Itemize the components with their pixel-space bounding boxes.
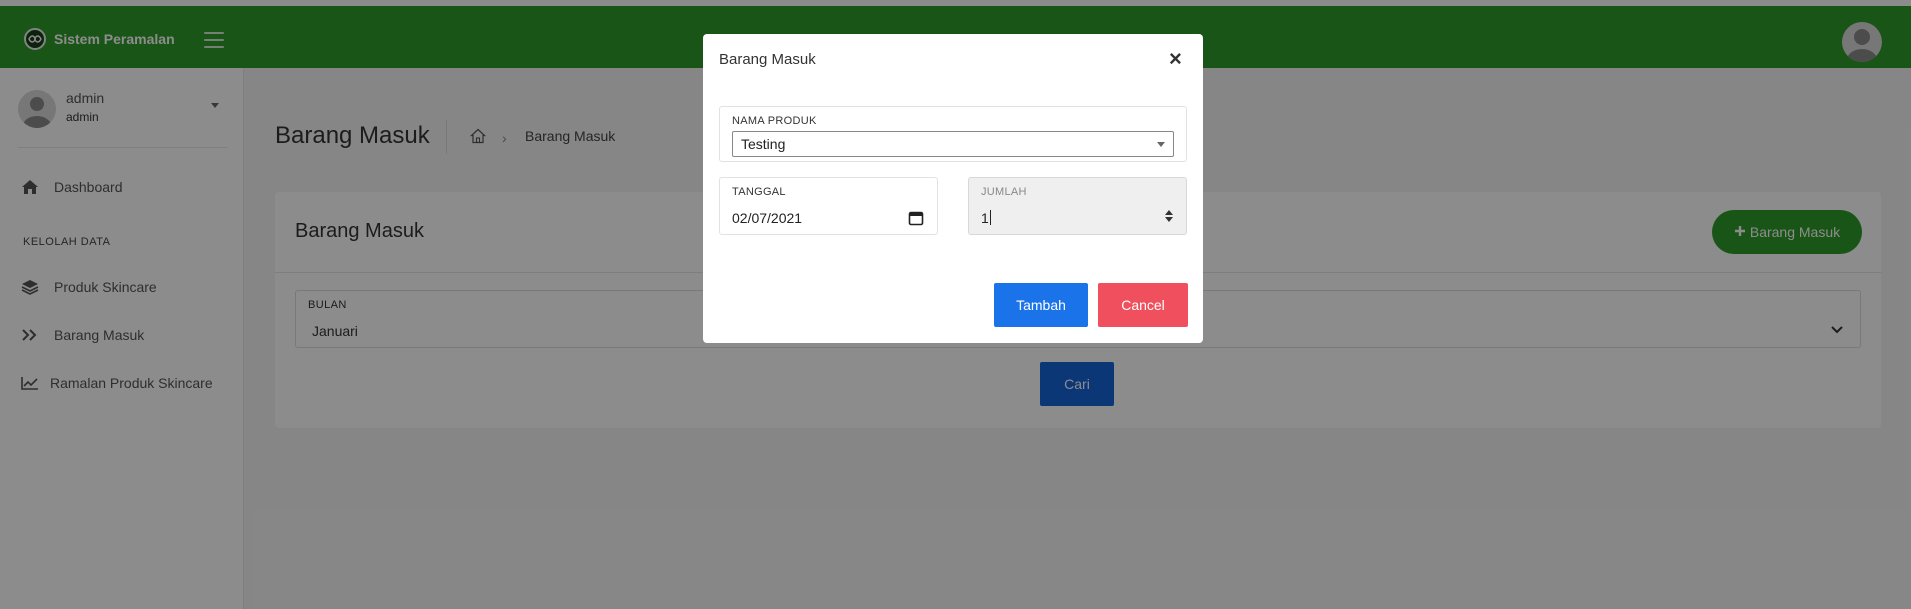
chevron-down-icon — [1157, 142, 1165, 147]
text-cursor — [989, 210, 991, 225]
date-label: TANGGAL — [732, 186, 786, 198]
date-input[interactable]: 02/07/2021 — [732, 210, 802, 226]
date-field[interactable]: TANGGAL 02/07/2021 — [719, 177, 938, 235]
quantity-label: JUMLAH — [981, 186, 1027, 198]
calendar-icon[interactable] — [908, 210, 924, 231]
quantity-input[interactable]: 1 — [981, 210, 991, 226]
quantity-value: 1 — [981, 210, 989, 226]
quantity-field[interactable]: JUMLAH 1 — [968, 177, 1187, 235]
product-label: NAMA PRODUK — [732, 115, 817, 127]
modal-title: Barang Masuk — [719, 51, 816, 68]
product-field: NAMA PRODUK Testing — [719, 106, 1187, 162]
close-icon[interactable]: × — [1169, 48, 1182, 70]
tambah-button[interactable]: Tambah — [994, 283, 1088, 327]
product-select[interactable]: Testing — [732, 131, 1174, 157]
cancel-button[interactable]: Cancel — [1098, 283, 1188, 327]
barang-masuk-modal: Barang Masuk × NAMA PRODUK Testing TANGG… — [703, 34, 1203, 343]
product-value: Testing — [741, 136, 786, 152]
quantity-stepper[interactable] — [1165, 210, 1173, 222]
